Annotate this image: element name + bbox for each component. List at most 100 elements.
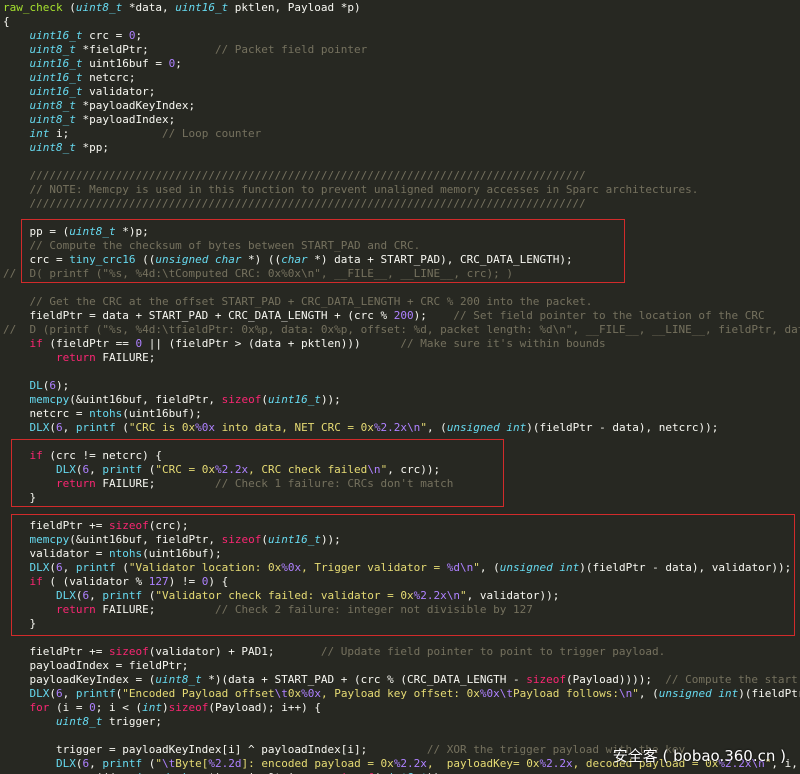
code-line[interactable]: if ( (validator % 127) != 0) { xyxy=(3,575,800,589)
code-token: uint16_t xyxy=(267,533,321,546)
code-token: fieldPtr += xyxy=(3,519,109,532)
code-line[interactable]: uint8_t *payloadIndex; xyxy=(3,113,800,127)
code-editor[interactable]: raw_check (uint8_t *data, uint16_t pktle… xyxy=(0,0,800,774)
code-line[interactable]: uint16_t uint16buf = 0; xyxy=(3,57,800,71)
code-token: 6 xyxy=(56,421,63,434)
code-line[interactable]: DLX(6, printf("Encoded Payload offset\t0… xyxy=(3,687,800,701)
code-line[interactable]: // Get the CRC at the offset START_PAD +… xyxy=(3,295,800,309)
code-token: , Payload key offset: 0x xyxy=(320,687,480,700)
code-line[interactable]: if (fieldPtr == 0 || (fieldPtr > (data +… xyxy=(3,337,800,351)
code-line[interactable]: return FAILURE; // Check 2 failure: inte… xyxy=(3,603,800,617)
code-token: trigger = payloadKeyIndex[i] ^ payloadIn… xyxy=(3,743,427,756)
code-line[interactable] xyxy=(3,155,800,169)
code-token: DL xyxy=(29,379,43,392)
code-line[interactable]: pp = (uint8_t *)p; xyxy=(3,225,800,239)
code-token: )); xyxy=(320,533,341,546)
code-line[interactable]: DL(6); xyxy=(3,379,800,393)
code-line[interactable]: uint8_t *pp; xyxy=(3,141,800,155)
code-line[interactable] xyxy=(3,631,800,645)
code-line[interactable] xyxy=(3,505,800,519)
code-area[interactable]: raw_check (uint8_t *data, uint16_t pktle… xyxy=(3,1,800,774)
code-token: unsigned int xyxy=(658,687,739,700)
code-line[interactable]: fieldPtr += sizeof(crc); xyxy=(3,519,800,533)
code-line[interactable]: return FAILURE; // Check 1 failure: CRCs… xyxy=(3,477,800,491)
code-line[interactable] xyxy=(3,211,800,225)
code-line[interactable] xyxy=(3,435,800,449)
code-token: fieldPtr += xyxy=(3,645,109,658)
code-line[interactable]: validator = ntohs(uint16buf); xyxy=(3,547,800,561)
code-token: uint16_t xyxy=(29,85,83,98)
code-line[interactable]: DLX(6, printf ("Validator location: 0x%0… xyxy=(3,561,800,575)
code-line[interactable]: uint8_t *payloadKeyIndex; xyxy=(3,99,800,113)
code-line[interactable]: } xyxy=(3,491,800,505)
code-token: printf xyxy=(75,561,116,574)
code-token: ( xyxy=(115,421,129,434)
code-token: ) { xyxy=(208,575,229,588)
code-token: , xyxy=(89,589,103,602)
code-token: ); xyxy=(413,309,454,322)
code-token: trigger; xyxy=(102,715,162,728)
code-line[interactable]: fieldPtr = data + START_PAD + CRC_DATA_L… xyxy=(3,309,800,323)
code-line[interactable]: ////////////////////////////////////////… xyxy=(3,197,800,211)
code-token: uint8_t xyxy=(29,43,76,56)
code-line[interactable]: netcrc = ntohs(uint16buf); xyxy=(3,407,800,421)
code-token: (crc != netcrc) { xyxy=(42,449,162,462)
code-line[interactable]: // D (printf ("%s, %4d:\tfieldPtr: 0x%p,… xyxy=(3,323,800,337)
code-line[interactable]: DLX(6, printf ("CRC = 0x%2.2x, CRC check… xyxy=(3,463,800,477)
code-line[interactable]: for (i = 0; i < (int)sizeof(Payload); i+… xyxy=(3,701,800,715)
code-line[interactable]: memcpy(&uint16buf, fieldPtr, sizeof(uint… xyxy=(3,393,800,407)
code-token: ( xyxy=(49,561,56,574)
code-line[interactable]: uint8_t *fieldPtr; // Packet field point… xyxy=(3,43,800,57)
code-token: 6 xyxy=(56,687,63,700)
code-token: , xyxy=(62,421,76,434)
code-line[interactable]: int i; // Loop counter xyxy=(3,127,800,141)
code-line[interactable]: uint8_t trigger; xyxy=(3,715,800,729)
code-line[interactable]: // Compute the checksum of bytes between… xyxy=(3,239,800,253)
code-line[interactable]: { xyxy=(3,15,800,29)
code-token: %2.2x xyxy=(413,589,447,602)
code-token: %2.2x xyxy=(214,463,249,476)
code-token: , ( xyxy=(479,561,500,574)
code-token: )(fieldPtr - data), validator)); xyxy=(579,561,792,574)
code-line[interactable]: raw_check (uint8_t *data, uint16_t pktle… xyxy=(3,1,800,15)
code-line[interactable]: uint16_t validator; xyxy=(3,85,800,99)
code-token: FAILURE; xyxy=(95,603,215,616)
code-line[interactable]: uint16_t crc = 0; xyxy=(3,29,800,43)
code-token: return xyxy=(55,351,96,364)
code-line[interactable]: payloadKeyIndex = (uint8_t *)(data + STA… xyxy=(3,673,800,687)
code-line[interactable]: if (crc != netcrc) { xyxy=(3,449,800,463)
code-token: unsigned int xyxy=(446,421,527,434)
code-line[interactable]: crc = tiny_crc16 ((unsigned char *) ((ch… xyxy=(3,253,800,267)
code-token: uint16_t xyxy=(29,29,83,42)
code-token: // D (printf ("%s, %4d:\tfieldPtr: 0x%p,… xyxy=(3,323,800,336)
code-token: unsigned int xyxy=(499,561,580,574)
code-line[interactable] xyxy=(3,729,800,743)
code-line[interactable]: // D( printf ("%s, %4d:\tComputed CRC: 0… xyxy=(3,267,800,281)
code-token: int xyxy=(29,127,50,140)
code-line[interactable]: ////////////////////////////////////////… xyxy=(3,169,800,183)
code-line[interactable]: DLX(6, printf ("Validator check failed: … xyxy=(3,589,800,603)
code-line[interactable]: memcpy(&uint16buf, fieldPtr, sizeof(uint… xyxy=(3,533,800,547)
code-line[interactable] xyxy=(3,281,800,295)
code-token: , xyxy=(62,687,76,700)
code-line[interactable]: uint16_t netcrc; xyxy=(3,71,800,85)
code-token: ( xyxy=(49,687,56,700)
code-line[interactable]: DLX(6, printf ("CRC is 0x%0x into data, … xyxy=(3,421,800,435)
code-line[interactable] xyxy=(3,365,800,379)
code-token: int xyxy=(142,701,162,714)
code-token: ( xyxy=(142,589,156,602)
code-line[interactable]: fieldPtr += sizeof(validator) + PAD1; //… xyxy=(3,645,800,659)
code-token: // D( printf ("%s, %4d:\tComputed CRC: 0… xyxy=(3,267,513,280)
code-line[interactable]: payloadIndex = fieldPtr; xyxy=(3,659,800,673)
code-line[interactable]: return FAILURE; xyxy=(3,351,800,365)
code-token: *) (( xyxy=(241,253,282,266)
code-token: printf xyxy=(102,589,143,602)
code-line[interactable]: // NOTE: Memcpy is used in this function… xyxy=(3,183,800,197)
code-token: DLX xyxy=(29,421,50,434)
code-line[interactable]: } xyxy=(3,617,800,631)
code-token: ( (validator % xyxy=(42,575,149,588)
